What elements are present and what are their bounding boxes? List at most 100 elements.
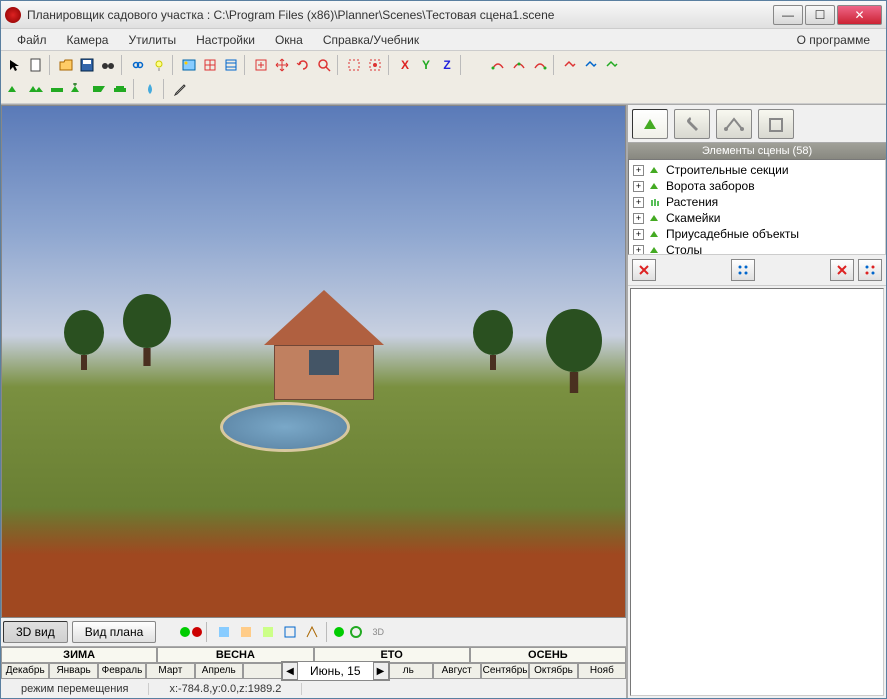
month-apr[interactable]: Апрель bbox=[195, 663, 243, 679]
picture-icon[interactable] bbox=[179, 55, 199, 75]
path-tool-1-icon[interactable] bbox=[488, 55, 508, 75]
link-icon[interactable] bbox=[128, 55, 148, 75]
side-tab-measure-icon[interactable] bbox=[716, 109, 752, 139]
season-autumn[interactable]: ОСЕНЬ bbox=[470, 647, 626, 663]
axis-z-button[interactable]: Z bbox=[437, 55, 457, 75]
dot-red-icon[interactable] bbox=[192, 627, 202, 637]
terrain-2-icon[interactable] bbox=[26, 79, 46, 99]
dot-green-icon[interactable] bbox=[180, 627, 190, 637]
select-tool-icon[interactable] bbox=[5, 55, 25, 75]
collapse-all-icon[interactable] bbox=[731, 259, 755, 281]
dot-green2-icon[interactable] bbox=[334, 627, 344, 637]
tree-item[interactable]: +Столы bbox=[631, 242, 883, 255]
save-file-icon[interactable] bbox=[77, 55, 97, 75]
path-tool-2-icon[interactable] bbox=[509, 55, 529, 75]
tree-item[interactable]: +Растения bbox=[631, 194, 883, 210]
tree-item[interactable]: +Скамейки bbox=[631, 210, 883, 226]
expand-icon[interactable] bbox=[251, 55, 271, 75]
tree-item[interactable]: + Приусадебные объекты bbox=[631, 226, 883, 242]
date-prev-button[interactable]: ◀ bbox=[282, 662, 298, 680]
delete-red-icon[interactable] bbox=[632, 259, 656, 281]
date-label: Июнь, 15 bbox=[298, 664, 373, 678]
month-nov[interactable]: Нояб bbox=[578, 663, 626, 679]
tree-item[interactable]: + Ворота заборов bbox=[631, 178, 883, 194]
month-oct[interactable]: Октябрь bbox=[529, 663, 577, 679]
view-opt-4-icon[interactable] bbox=[280, 622, 300, 642]
menu-utils[interactable]: Утилиты bbox=[118, 31, 186, 49]
water-drop-icon[interactable] bbox=[140, 79, 160, 99]
side-tab-objects-icon[interactable] bbox=[632, 109, 668, 139]
menu-help[interactable]: Справка/Учебник bbox=[313, 31, 429, 49]
terrain-4-icon[interactable] bbox=[68, 79, 88, 99]
side-panel-header: Элементы сцены (58) bbox=[628, 143, 886, 159]
3d-viewport[interactable] bbox=[1, 105, 626, 618]
menu-about[interactable]: О программе bbox=[787, 31, 880, 49]
view-plan-button[interactable]: Вид плана bbox=[72, 621, 157, 643]
eyedropper-icon[interactable] bbox=[170, 79, 190, 99]
expand-icon[interactable]: + bbox=[633, 165, 644, 176]
rotate-icon[interactable] bbox=[293, 55, 313, 75]
minimize-button[interactable]: — bbox=[773, 5, 803, 25]
season-winter[interactable]: ЗИМА bbox=[1, 647, 157, 663]
expand-icon[interactable]: + bbox=[633, 197, 644, 208]
move-icon[interactable] bbox=[272, 55, 292, 75]
zoom-icon[interactable] bbox=[314, 55, 334, 75]
path-tool-5-icon[interactable] bbox=[581, 55, 601, 75]
axis-x-button[interactable]: X bbox=[395, 55, 415, 75]
maximize-button[interactable]: ☐ bbox=[805, 5, 835, 25]
view-opt-6-icon[interactable] bbox=[346, 622, 366, 642]
side-tab-tools-icon[interactable] bbox=[674, 109, 710, 139]
layers-icon[interactable] bbox=[200, 55, 220, 75]
properties-panel[interactable] bbox=[630, 288, 884, 696]
view-opt-5-icon[interactable] bbox=[302, 622, 322, 642]
view-opt-3-icon[interactable] bbox=[258, 622, 278, 642]
terrain-3-icon[interactable] bbox=[47, 79, 67, 99]
expand-icon[interactable]: + bbox=[633, 181, 644, 192]
month-aug[interactable]: Август bbox=[433, 663, 481, 679]
side-tab-box-icon[interactable] bbox=[758, 109, 794, 139]
terrain-5-icon[interactable] bbox=[89, 79, 109, 99]
month-jan[interactable]: Январь bbox=[49, 663, 97, 679]
month-sep[interactable]: Сентябрь bbox=[481, 663, 529, 679]
expand-icon[interactable]: + bbox=[633, 229, 644, 240]
tree-item-label: Приусадебные объекты bbox=[666, 227, 799, 241]
binoculars-icon[interactable] bbox=[98, 55, 118, 75]
grid-icon[interactable] bbox=[221, 55, 241, 75]
date-next-button[interactable]: ▶ bbox=[373, 662, 389, 680]
plant-icon bbox=[648, 196, 662, 208]
expand-icon[interactable]: + bbox=[633, 213, 644, 224]
menu-file[interactable]: Файл bbox=[7, 31, 57, 49]
delete-all-icon[interactable] bbox=[830, 259, 854, 281]
path-tool-3-icon[interactable] bbox=[530, 55, 550, 75]
month-mar[interactable]: Март bbox=[146, 663, 194, 679]
region-2-icon[interactable] bbox=[365, 55, 385, 75]
view-opt-1-icon[interactable] bbox=[214, 622, 234, 642]
path-tool-6-icon[interactable] bbox=[602, 55, 622, 75]
terrain-6-icon[interactable] bbox=[110, 79, 130, 99]
titlebar[interactable]: Планировщик садового участка : C:\Progra… bbox=[1, 1, 886, 29]
new-file-icon[interactable] bbox=[26, 55, 46, 75]
menubar: Файл Камера Утилиты Настройки Окна Справ… bbox=[1, 29, 886, 51]
scene-tree-view[interactable]: +Строительные секции + Ворота заборов +Ра… bbox=[628, 159, 886, 255]
tree-item[interactable]: +Строительные секции bbox=[631, 162, 883, 178]
region-1-icon[interactable] bbox=[344, 55, 364, 75]
expand-icon[interactable]: + bbox=[633, 245, 644, 256]
axis-y-button[interactable]: Y bbox=[416, 55, 436, 75]
view-3d-button[interactable]: 3D вид bbox=[3, 621, 68, 643]
month-dec[interactable]: Декабрь bbox=[1, 663, 49, 679]
path-tool-4-icon[interactable] bbox=[560, 55, 580, 75]
tree-item-label: Ворота заборов bbox=[666, 179, 755, 193]
light-icon[interactable] bbox=[149, 55, 169, 75]
close-button[interactable]: ✕ bbox=[837, 5, 882, 25]
month-jul[interactable]: ль bbox=[384, 663, 432, 679]
month-feb[interactable]: Февраль bbox=[98, 663, 146, 679]
expand-all-icon[interactable] bbox=[858, 259, 882, 281]
menu-settings[interactable]: Настройки bbox=[186, 31, 265, 49]
view-opt-2-icon[interactable] bbox=[236, 622, 256, 642]
menu-camera[interactable]: Камера bbox=[57, 31, 119, 49]
view-3d-toggle-icon[interactable]: 3D bbox=[368, 622, 388, 642]
terrain-1-icon[interactable] bbox=[5, 79, 25, 99]
open-file-icon[interactable] bbox=[56, 55, 76, 75]
menu-windows[interactable]: Окна bbox=[265, 31, 313, 49]
folder-icon bbox=[648, 244, 662, 255]
